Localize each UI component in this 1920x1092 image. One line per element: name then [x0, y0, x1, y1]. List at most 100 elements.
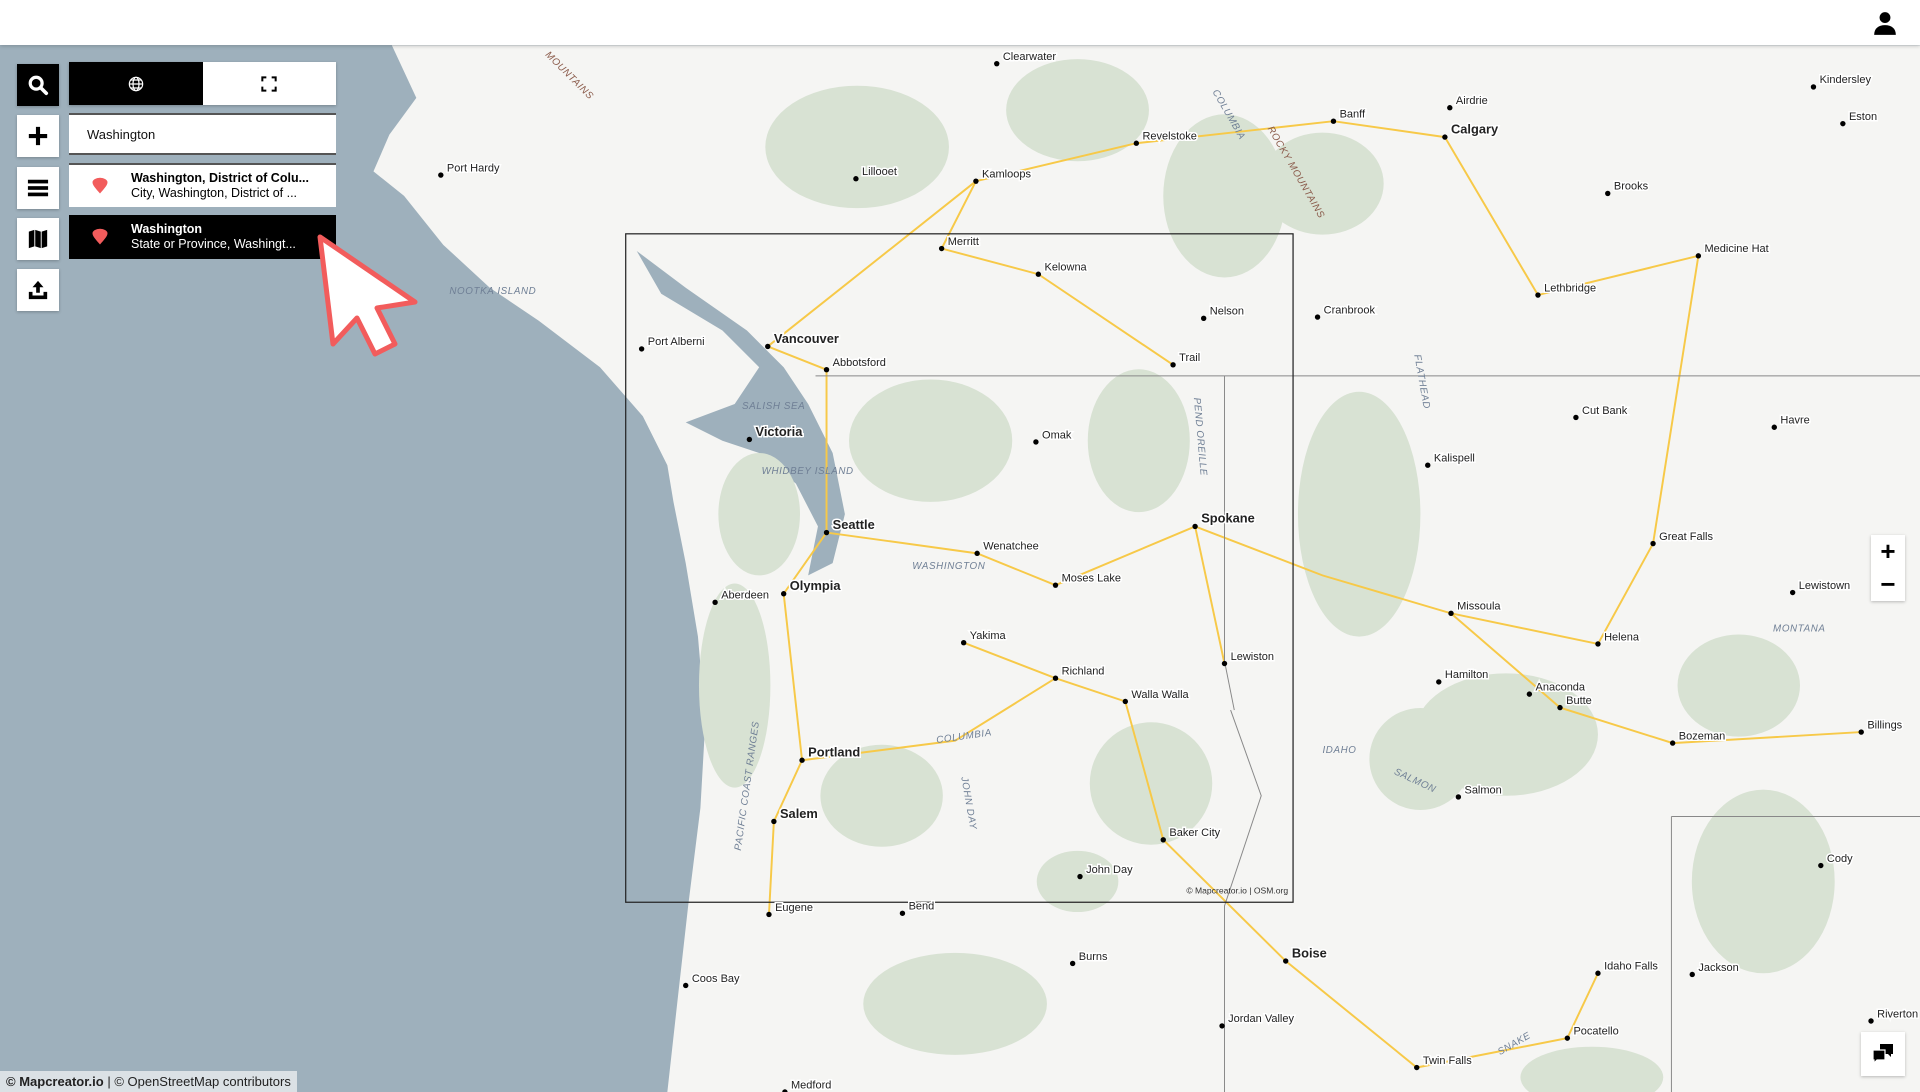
export-button[interactable]	[17, 269, 59, 311]
city-dot	[960, 640, 967, 646]
city-dot	[1595, 641, 1601, 647]
city-label: Baker City	[1169, 827, 1220, 839]
city-dot	[1122, 698, 1128, 705]
city-dot	[1650, 540, 1656, 547]
list-icon	[27, 179, 49, 197]
city-label: Medford	[791, 1079, 831, 1091]
city-label: Merritt	[948, 236, 979, 248]
city-dot	[1455, 794, 1462, 800]
city-label: Kamloops	[982, 169, 1031, 181]
region-label: SALISH SEA	[742, 401, 805, 412]
chat-button[interactable]	[1861, 1032, 1905, 1076]
map-styles-button[interactable]	[17, 218, 59, 260]
attribution-osm[interactable]: | © OpenStreetMap contributors	[104, 1074, 291, 1089]
forest-area	[863, 952, 1047, 1055]
forest-area	[1677, 634, 1800, 737]
city-label: Spokane	[1201, 511, 1255, 526]
plus-icon	[28, 126, 48, 146]
city-label: Kindersley	[1820, 74, 1872, 86]
city-dot	[1669, 740, 1676, 746]
attribution-brand[interactable]: © Mapcreator.io	[6, 1074, 104, 1089]
city-label: Burns	[1079, 951, 1108, 963]
city-dot	[438, 172, 444, 178]
city-dot	[974, 550, 980, 557]
city-label: Victoria	[756, 424, 804, 439]
forest-area	[1087, 369, 1190, 513]
city-dot	[1840, 120, 1846, 127]
city-dot	[799, 757, 805, 763]
city-dot	[1192, 523, 1198, 530]
zoom-out-button[interactable]: −	[1871, 568, 1905, 601]
city-dot	[1035, 271, 1042, 277]
city-label: John Day	[1086, 864, 1133, 876]
forest-area	[820, 744, 943, 847]
user-icon[interactable]	[1872, 10, 1898, 36]
city-dot	[1695, 253, 1702, 259]
city-dot	[1052, 675, 1059, 681]
result-subtitle: City, Washington, District of ...	[131, 186, 298, 200]
city-label: Great Falls	[1659, 531, 1713, 543]
city-label: Missoula	[1457, 601, 1501, 613]
city-label: Kalispell	[1434, 453, 1475, 465]
search-icon	[28, 75, 49, 96]
city-dot	[780, 591, 787, 597]
layers-button[interactable]	[17, 167, 59, 209]
search-input[interactable]	[85, 125, 319, 143]
city-label: Olympia	[790, 578, 842, 593]
city-label: Vancouver	[774, 331, 839, 346]
chat-icon	[1872, 1044, 1893, 1065]
add-button[interactable]	[17, 115, 59, 157]
city-dot	[1283, 958, 1289, 964]
city-dot	[1858, 729, 1864, 735]
city-dot	[683, 982, 689, 989]
city-label: Port Hardy	[447, 162, 500, 174]
city-dot	[1069, 960, 1076, 967]
zoom-in-button[interactable]: +	[1871, 535, 1905, 568]
city-label: Airdrie	[1456, 95, 1488, 107]
city-label: Riverton	[1877, 1008, 1918, 1020]
city-label: Lewistown	[1799, 580, 1850, 592]
city-dot	[1564, 1035, 1571, 1041]
city-dot	[973, 178, 979, 184]
city-label: Cranbrook	[1324, 304, 1376, 316]
city-dot	[1330, 118, 1337, 124]
region-label: MONTANA	[1773, 624, 1825, 635]
city-label: Bozeman	[1679, 730, 1725, 742]
city-dot	[1868, 1018, 1874, 1024]
city-dot	[1436, 679, 1442, 685]
city-dot	[1314, 314, 1321, 320]
map-attribution: © Mapcreator.io | © OpenStreetMap contri…	[0, 1071, 297, 1092]
result-subtitle: State or Province, Washingt...	[131, 237, 296, 251]
city-label: Trail	[1179, 352, 1200, 364]
city-dot	[1771, 424, 1777, 430]
tab-global-search[interactable]	[69, 62, 203, 105]
city-label: Jordan Valley	[1228, 1013, 1294, 1025]
city-label: Eugene	[775, 902, 813, 914]
region-label: WHIDBEY ISLAND	[762, 466, 854, 477]
city-label: Kelowna	[1044, 262, 1087, 274]
city-dot	[1557, 704, 1563, 711]
city-label: Idaho Falls	[1604, 961, 1658, 973]
search-field[interactable]	[69, 113, 336, 155]
result-title: Washington, District of Colu...	[131, 171, 309, 185]
city-dot	[766, 911, 772, 918]
city-dot	[1133, 140, 1140, 146]
city-dot	[1573, 414, 1579, 421]
city-label: Revelstoke	[1142, 131, 1196, 143]
city-label: Salmon	[1464, 784, 1501, 796]
city-dot	[1447, 105, 1453, 111]
city-dot	[765, 343, 771, 350]
city-dot	[823, 529, 830, 536]
city-label: Twin Falls	[1423, 1055, 1472, 1067]
city-label: Pocatello	[1573, 1025, 1618, 1037]
tab-fullscreen[interactable]	[202, 62, 336, 105]
city-label: Havre	[1780, 415, 1809, 427]
search-result-selected[interactable]: Washington State or Province, Washingt..…	[69, 215, 336, 259]
forest-area	[1369, 708, 1472, 811]
city-label: Lillooet	[862, 166, 897, 178]
search-button[interactable]	[17, 64, 59, 106]
city-dot	[1200, 315, 1207, 321]
search-result[interactable]: Washington, District of Colu... City, Wa…	[69, 163, 336, 207]
city-dot	[638, 346, 645, 352]
city-dot	[1033, 439, 1039, 445]
